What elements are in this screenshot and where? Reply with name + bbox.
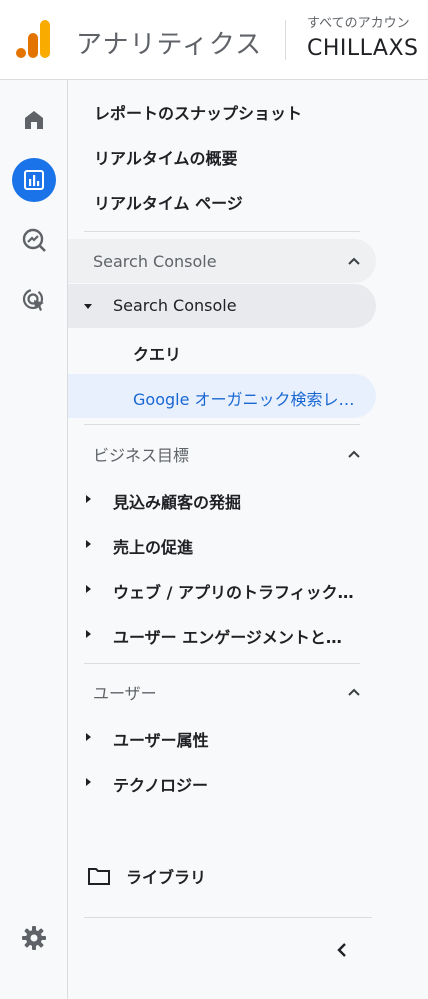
account-name[interactable]: CHILLAXS: [307, 36, 419, 61]
advertising-button[interactable]: [12, 278, 56, 322]
home-icon: [25, 111, 43, 129]
section-business-objectives[interactable]: ビジネス目標: [68, 432, 376, 476]
nav-group-label: Search Console: [113, 296, 237, 315]
caret-down-icon: [84, 304, 92, 309]
reports-icon: [24, 170, 44, 190]
advertising-icon: [22, 288, 44, 311]
section-title: Search Console: [93, 251, 217, 271]
nav-group-user-attributes[interactable]: ユーザー属性: [68, 715, 376, 759]
nav-group-label: ユーザー エンゲージメントと…: [113, 628, 342, 647]
home-button[interactable]: [12, 98, 56, 142]
nav-group-label: テクノロジー: [113, 776, 209, 795]
library-label: ライブラリ: [126, 868, 207, 887]
gear-icon: [22, 926, 46, 950]
nav-group-label: ウェブ / アプリのトラフィック…: [113, 583, 354, 602]
nav-item-organic-search[interactable]: Google オーガニック検索レ…: [68, 374, 376, 418]
section-title: ユーザー: [93, 684, 157, 703]
nav-item-realtime-pages[interactable]: リアルタイム ページ: [94, 181, 243, 223]
nav-group-search-console[interactable]: Search Console: [68, 284, 376, 328]
library-link[interactable]: ライブラリ: [88, 860, 206, 892]
chevron-up-icon: [348, 257, 360, 265]
collapse-nav-button[interactable]: [330, 934, 354, 966]
nav-group-web-app-traffic[interactable]: ウェブ / アプリのトラフィック…: [68, 567, 376, 611]
app-title: アナリティクス: [76, 30, 263, 60]
section-user[interactable]: ユーザー: [68, 670, 376, 714]
section-title: ビジネス目標: [93, 446, 190, 465]
nav-item-reports-snapshot[interactable]: レポートのスナップショット: [94, 91, 302, 133]
nav-group-label: ユーザー属性: [113, 731, 209, 750]
nav-group-tech[interactable]: テクノロジー: [68, 760, 376, 804]
folder-icon: [88, 868, 110, 885]
divider: [84, 663, 360, 664]
chevron-up-icon: [348, 688, 360, 696]
analytics-logo-icon[interactable]: [16, 20, 50, 58]
nav-item-queries[interactable]: クエリ: [68, 329, 376, 373]
header-divider: [285, 20, 286, 60]
account-label[interactable]: すべてのアカウン: [307, 12, 410, 31]
reports-button[interactable]: [12, 158, 56, 202]
report-navigation: レポートのスナップショット リアルタイムの概要 リアルタイム ページ Searc…: [68, 80, 428, 999]
chevron-left-icon: [337, 943, 346, 957]
explore-button[interactable]: [12, 218, 56, 262]
caret-right-icon: [86, 585, 91, 593]
explore-icon: [22, 228, 46, 252]
caret-right-icon: [86, 495, 91, 503]
divider: [84, 424, 360, 425]
section-search-console[interactable]: Search Console: [68, 239, 376, 283]
caret-right-icon: [86, 778, 91, 786]
left-rail: [0, 80, 68, 999]
nav-item-label: Google オーガニック検索レ…: [133, 390, 355, 409]
caret-right-icon: [86, 630, 91, 638]
nav-group-label: 見込み顧客の発掘: [113, 493, 242, 512]
settings-button[interactable]: [12, 916, 56, 960]
app-header: アナリティクス すべてのアカウン CHILLAXS: [0, 0, 428, 80]
divider: [84, 917, 372, 918]
nav-item-label: クエリ: [133, 345, 182, 364]
caret-right-icon: [86, 540, 91, 548]
caret-right-icon: [86, 733, 91, 741]
nav-group-drive-sales[interactable]: 売上の促進: [68, 522, 376, 566]
nav-group-label: 売上の促進: [113, 538, 194, 557]
nav-group-user-engagement[interactable]: ユーザー エンゲージメントと…: [68, 612, 376, 656]
nav-item-realtime-overview[interactable]: リアルタイムの概要: [94, 136, 238, 178]
chevron-up-icon: [348, 450, 360, 458]
divider: [84, 231, 360, 232]
nav-group-generate-leads[interactable]: 見込み顧客の発掘: [68, 477, 376, 521]
